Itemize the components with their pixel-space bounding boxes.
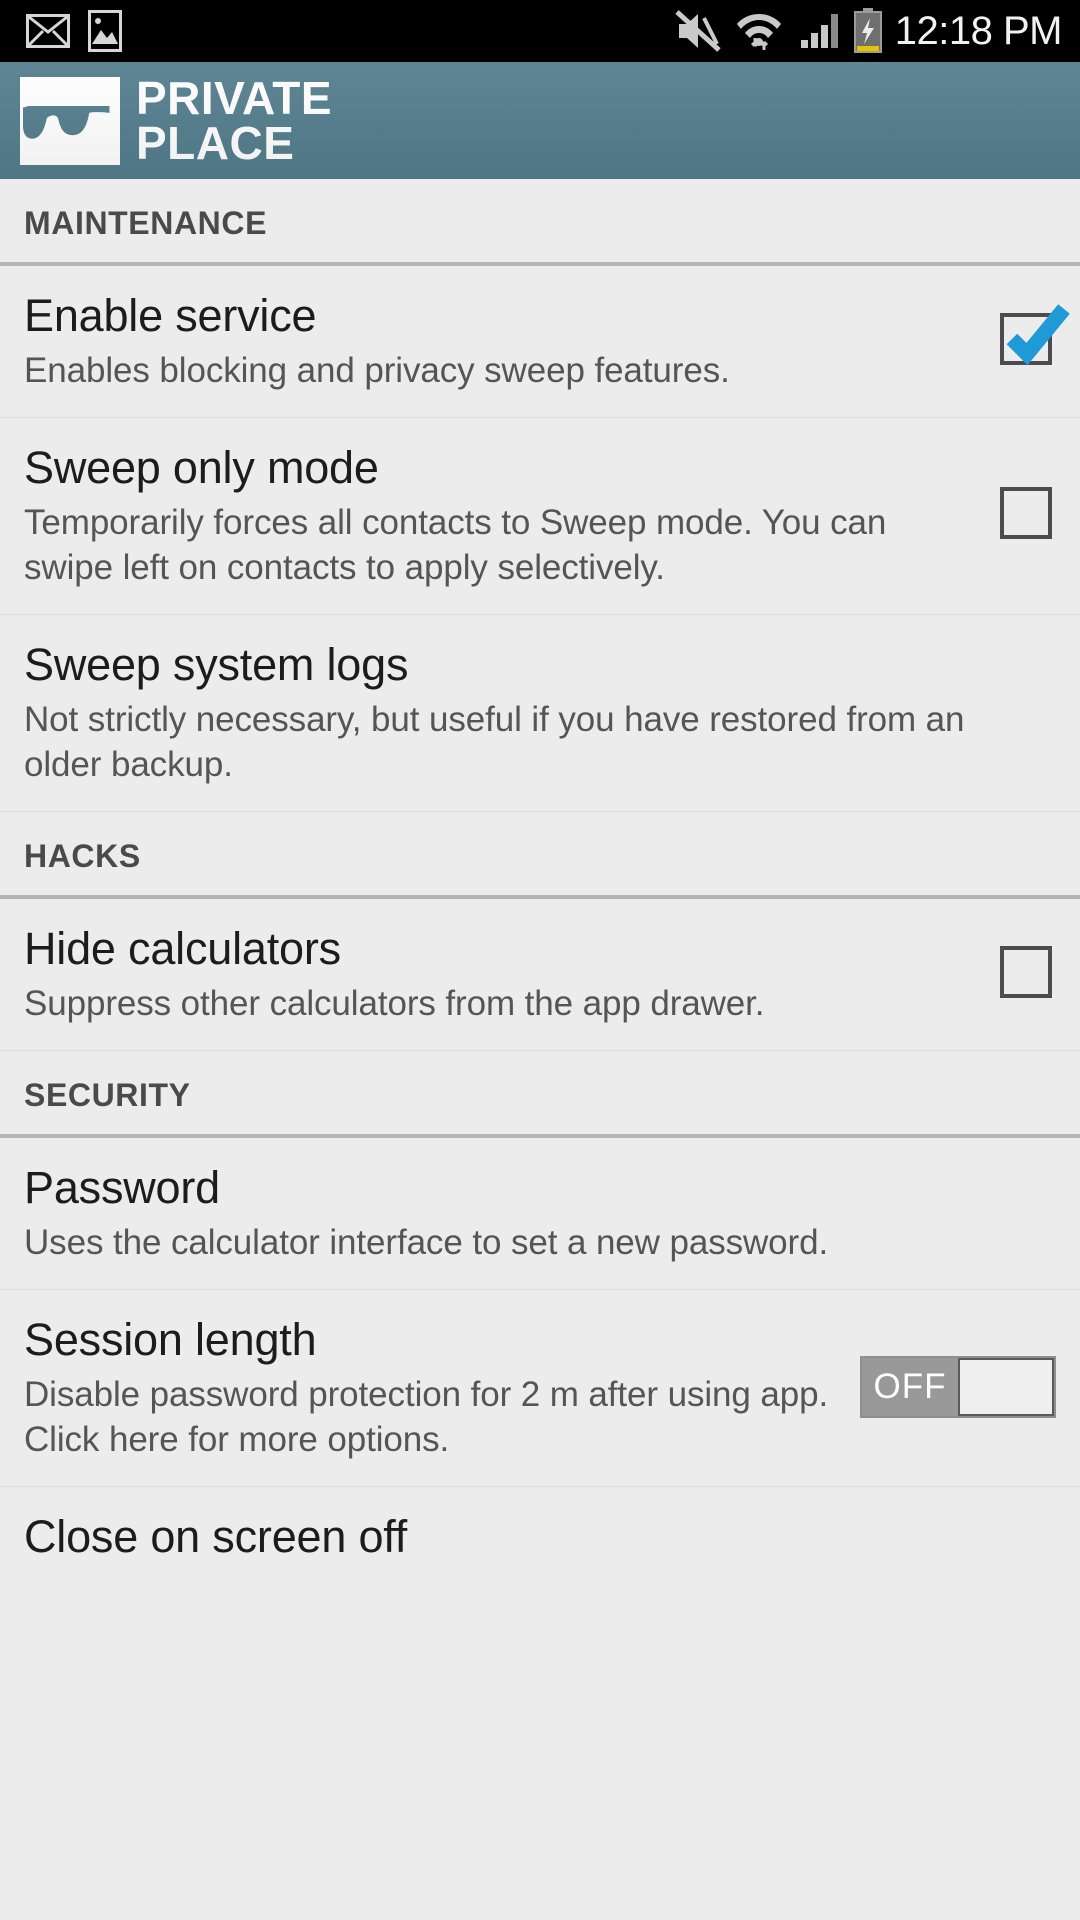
checkbox-box <box>1000 945 1052 998</box>
setting-summary: Uses the calculator interface to set a n… <box>24 1223 829 1262</box>
setting-row-close-on-screen-off[interactable]: Close on screen off <box>0 1487 1080 1589</box>
setting-title: Password <box>24 1162 220 1213</box>
toggle-thumb[interactable] <box>958 1358 1054 1416</box>
setting-summary: Enables blocking and privacy sweep featu… <box>24 351 730 390</box>
setting-text-block: Session length Disable password protecti… <box>24 1312 860 1462</box>
status-bar-system-icons <box>675 8 883 54</box>
setting-summary: Temporarily forces all contacts to Sweep… <box>24 503 887 587</box>
setting-text-block: Close on screen off <box>24 1509 1056 1565</box>
setting-summary: Not strictly necessary, but useful if yo… <box>24 700 965 784</box>
section-header-hacks: HACKS <box>0 812 1080 899</box>
setting-row-hide-calculators[interactable]: Hide calculators Suppress other calculat… <box>0 899 1080 1051</box>
checkbox-enable-service[interactable] <box>1000 303 1070 369</box>
settings-list[interactable]: MAINTENANCE Enable service Enables block… <box>0 179 1080 1589</box>
checkbox-sweep-only-mode[interactable] <box>1000 487 1056 543</box>
setting-text-block: Sweep system logs Not strictly necessary… <box>24 637 1056 787</box>
setting-row-session-length[interactable]: Session length Disable password protecti… <box>0 1290 1080 1487</box>
setting-row-password[interactable]: Password Uses the calculator interface t… <box>0 1138 1080 1290</box>
setting-row-enable-service[interactable]: Enable service Enables blocking and priv… <box>0 266 1080 418</box>
setting-text-block: Sweep only mode Temporarily forces all c… <box>24 440 1000 590</box>
setting-widget[interactable] <box>1000 487 1056 543</box>
app-title-line-2: PLACE <box>136 116 295 169</box>
setting-text-block: Hide calculators Suppress other calculat… <box>24 921 1000 1026</box>
section-header-maintenance: MAINTENANCE <box>0 179 1080 266</box>
section-header-label: HACKS <box>24 838 141 874</box>
section-header-security: SECURITY <box>0 1051 1080 1138</box>
setting-title: Enable service <box>24 290 317 341</box>
setting-row-sweep-system-logs[interactable]: Sweep system logs Not strictly necessary… <box>0 615 1080 812</box>
battery-charging-icon <box>853 8 882 53</box>
section-header-label: SECURITY <box>24 1077 191 1113</box>
toggle-state-label: OFF <box>862 1358 958 1416</box>
setting-summary: Disable password protection for 2 m afte… <box>24 1375 829 1459</box>
status-bar-notification-icons <box>26 10 122 52</box>
setting-widget[interactable] <box>1000 945 1056 1002</box>
toggle-session-length[interactable]: OFF <box>860 1356 1056 1418</box>
mute-icon <box>675 10 721 52</box>
setting-title: Close on screen off <box>24 1511 408 1562</box>
checkbox-box <box>1000 312 1052 365</box>
app-title: PRIVATE PLACE <box>136 71 333 169</box>
private-place-logo-icon <box>20 76 120 165</box>
status-bar-clock: 12:18 PM <box>894 8 1063 53</box>
setting-summary: Suppress other calculators from the app … <box>24 984 765 1023</box>
setting-title: Session length <box>24 1314 317 1365</box>
cellular-signal-icon <box>800 14 838 48</box>
image-icon <box>88 10 122 52</box>
setting-widget[interactable]: OFF <box>860 1356 1056 1418</box>
section-header-label: MAINTENANCE <box>24 205 268 241</box>
checkbox-hide-calculators[interactable] <box>1000 945 1056 1002</box>
setting-text-block: Enable service Enables blocking and priv… <box>24 288 1000 393</box>
setting-row-sweep-only-mode[interactable]: Sweep only mode Temporarily forces all c… <box>0 418 1080 615</box>
email-icon <box>26 14 70 48</box>
setting-title: Sweep only mode <box>24 442 379 493</box>
setting-title: Hide calculators <box>24 923 341 974</box>
app-title-line-1: PRIVATE <box>136 71 333 124</box>
checkbox-box <box>1000 487 1052 539</box>
status-bar: 12:18 PM <box>0 0 1080 62</box>
app-header: PRIVATE PLACE <box>0 62 1080 179</box>
setting-widget[interactable] <box>1000 303 1070 369</box>
wifi-icon <box>736 14 781 50</box>
setting-title: Sweep system logs <box>24 639 409 690</box>
setting-text-block: Password Uses the calculator interface t… <box>24 1160 1056 1265</box>
